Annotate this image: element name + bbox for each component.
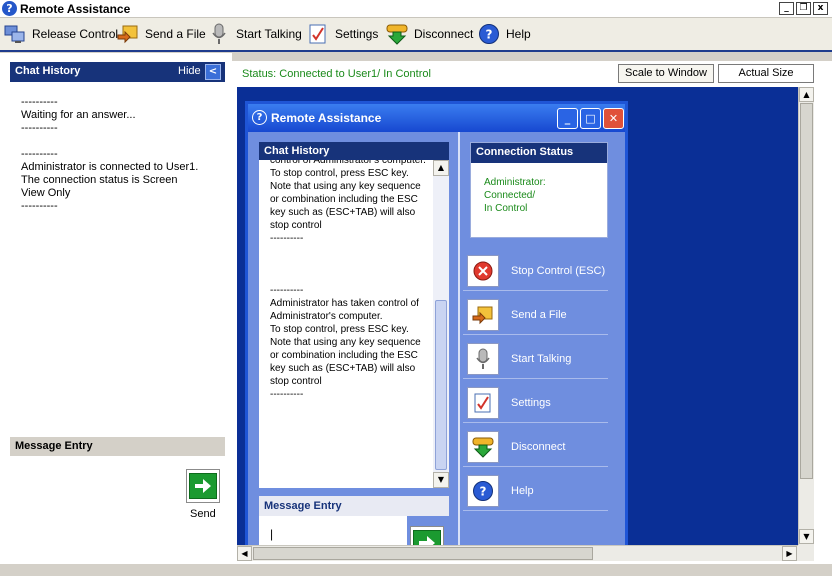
horizontal-scroll-thumb[interactable] bbox=[253, 547, 593, 560]
help-circle-icon: ? bbox=[2, 1, 17, 16]
remote-maximize-button[interactable]: □ bbox=[580, 108, 601, 129]
send-label: Send bbox=[190, 508, 216, 520]
window-title: Remote Assistance bbox=[20, 2, 131, 16]
remote-minimize-button[interactable]: _ bbox=[557, 108, 578, 129]
remote-settings-label: Settings bbox=[511, 397, 551, 409]
remote-help-button[interactable]: ? Help bbox=[463, 469, 608, 511]
remote-help-label: Help bbox=[511, 485, 534, 497]
computers-icon bbox=[4, 23, 26, 45]
remote-chat-history-header: Chat History bbox=[259, 142, 449, 160]
window-titlebar: ? Remote Assistance _ ❐ x bbox=[0, 0, 832, 18]
disconnect-phone-icon bbox=[386, 23, 408, 45]
remote-message-input[interactable]: | bbox=[259, 516, 407, 545]
send-file-button[interactable]: Send a File bbox=[117, 22, 206, 46]
remote-divider bbox=[458, 132, 460, 545]
remote-disconnect-label: Disconnect bbox=[511, 441, 566, 453]
help-icon: ? bbox=[478, 23, 500, 45]
remote-settings-button[interactable]: Settings bbox=[463, 381, 608, 423]
help-label: Help bbox=[506, 27, 531, 41]
arrow-right-icon bbox=[189, 473, 217, 499]
remote-chat-history-title: Chat History bbox=[264, 145, 330, 157]
send-button[interactable] bbox=[186, 469, 220, 503]
remote-close-button[interactable]: ✕ bbox=[603, 108, 624, 129]
disconnect-phone-icon bbox=[467, 431, 499, 463]
settings-button[interactable]: Settings bbox=[307, 22, 378, 46]
send-file-icon bbox=[467, 299, 499, 331]
minimize-button[interactable]: _ bbox=[779, 2, 794, 15]
help-button[interactable]: ? Help bbox=[478, 22, 531, 46]
scroll-right-icon[interactable]: ▶ bbox=[782, 546, 797, 561]
start-talking-button[interactable]: Start Talking bbox=[208, 22, 302, 46]
svg-text:?: ? bbox=[486, 28, 493, 42]
message-entry-header: Message Entry bbox=[10, 437, 225, 456]
remote-message-entry-title: Message Entry bbox=[264, 500, 342, 512]
scroll-up-icon[interactable]: ▲ bbox=[433, 160, 449, 176]
disconnect-button[interactable]: Disconnect bbox=[386, 22, 473, 46]
stop-icon bbox=[467, 255, 499, 287]
scroll-left-icon[interactable]: ◀ bbox=[237, 546, 252, 561]
settings-checklist-icon bbox=[467, 387, 499, 419]
stop-control-button[interactable]: Stop Control (ESC) bbox=[463, 249, 608, 291]
microphone-icon bbox=[208, 23, 230, 45]
scroll-down-icon[interactable]: ▼ bbox=[433, 472, 449, 488]
help-circle-icon: ? bbox=[252, 110, 267, 125]
connection-status-header: Connection Status bbox=[471, 143, 607, 163]
scroll-corner bbox=[798, 545, 814, 561]
chat-history-title: Chat History bbox=[15, 65, 81, 77]
hide-chevron-left-icon[interactable]: < bbox=[205, 64, 221, 80]
remote-window-titlebar: ? Remote Assistance _ □ ✕ bbox=[248, 104, 625, 132]
remote-send-file-label: Send a File bbox=[511, 309, 567, 321]
remote-send-file-button[interactable]: Send a File bbox=[463, 293, 608, 335]
hide-label[interactable]: Hide bbox=[178, 65, 201, 77]
connection-status-panel: Connection Status Administrator: Connect… bbox=[470, 142, 608, 238]
remote-chat-scrollbar[interactable]: ▲ ▼ bbox=[433, 160, 449, 488]
remote-window-body: Chat History control of Administrator's … bbox=[248, 132, 625, 545]
vertical-scrollbar[interactable]: ▲ ▼ bbox=[798, 87, 814, 545]
toolbar: Release Control Send a File Start Talkin… bbox=[0, 18, 832, 52]
remote-chat-text: control of Administrator's computer. To … bbox=[270, 160, 426, 400]
close-button[interactable]: x bbox=[813, 2, 828, 15]
scale-to-window-button[interactable]: Scale to Window bbox=[618, 64, 714, 83]
remote-start-talking-label: Start Talking bbox=[511, 353, 572, 365]
scroll-up-icon[interactable]: ▲ bbox=[799, 87, 814, 102]
remote-chat-history: control of Administrator's computer. To … bbox=[259, 160, 449, 488]
vertical-scroll-thumb[interactable] bbox=[800, 103, 813, 479]
remote-start-talking-button[interactable]: Start Talking bbox=[463, 337, 608, 379]
connection-status-title: Connection Status bbox=[476, 146, 574, 158]
horizontal-scrollbar[interactable]: ◀ ▶ bbox=[237, 545, 798, 561]
remote-message-value: | bbox=[270, 527, 274, 541]
remote-chat-scroll-thumb[interactable] bbox=[435, 300, 447, 470]
arrow-right-icon bbox=[413, 530, 441, 545]
release-control-button[interactable]: Release Control bbox=[4, 22, 118, 46]
remote-disconnect-button[interactable]: Disconnect bbox=[463, 425, 608, 467]
release-control-label: Release Control bbox=[32, 27, 119, 41]
stop-control-label: Stop Control (ESC) bbox=[511, 265, 606, 277]
remote-message-entry-header: Message Entry bbox=[259, 496, 449, 516]
remote-assistance-window: ? Remote Assistance _ □ ✕ Chat History c… bbox=[245, 101, 628, 545]
help-icon: ? bbox=[467, 475, 499, 507]
svg-text:?: ? bbox=[480, 485, 487, 499]
bottom-edge bbox=[0, 564, 832, 576]
disconnect-label: Disconnect bbox=[414, 27, 474, 41]
send-file-icon bbox=[117, 23, 139, 45]
send-file-label: Send a File bbox=[145, 27, 206, 41]
settings-label: Settings bbox=[335, 27, 379, 41]
message-entry-title: Message Entry bbox=[15, 440, 93, 452]
connection-status-text: Status: Connected to User1/ In Control bbox=[242, 68, 431, 80]
chat-history-text: ---------- Waiting for an answer... ----… bbox=[21, 96, 199, 212]
chat-history-header: Chat History Hide < bbox=[10, 62, 225, 82]
start-talking-label: Start Talking bbox=[236, 27, 302, 41]
remote-window-title: Remote Assistance bbox=[271, 111, 382, 125]
scroll-down-icon[interactable]: ▼ bbox=[799, 529, 814, 544]
settings-checklist-icon bbox=[307, 23, 329, 45]
microphone-icon bbox=[467, 343, 499, 375]
remote-send-button[interactable] bbox=[410, 526, 444, 545]
actual-size-button[interactable]: Actual Size bbox=[718, 64, 814, 83]
connection-status-value: Administrator: Connected/ In Control bbox=[484, 177, 546, 214]
restore-button[interactable]: ❐ bbox=[796, 2, 811, 15]
